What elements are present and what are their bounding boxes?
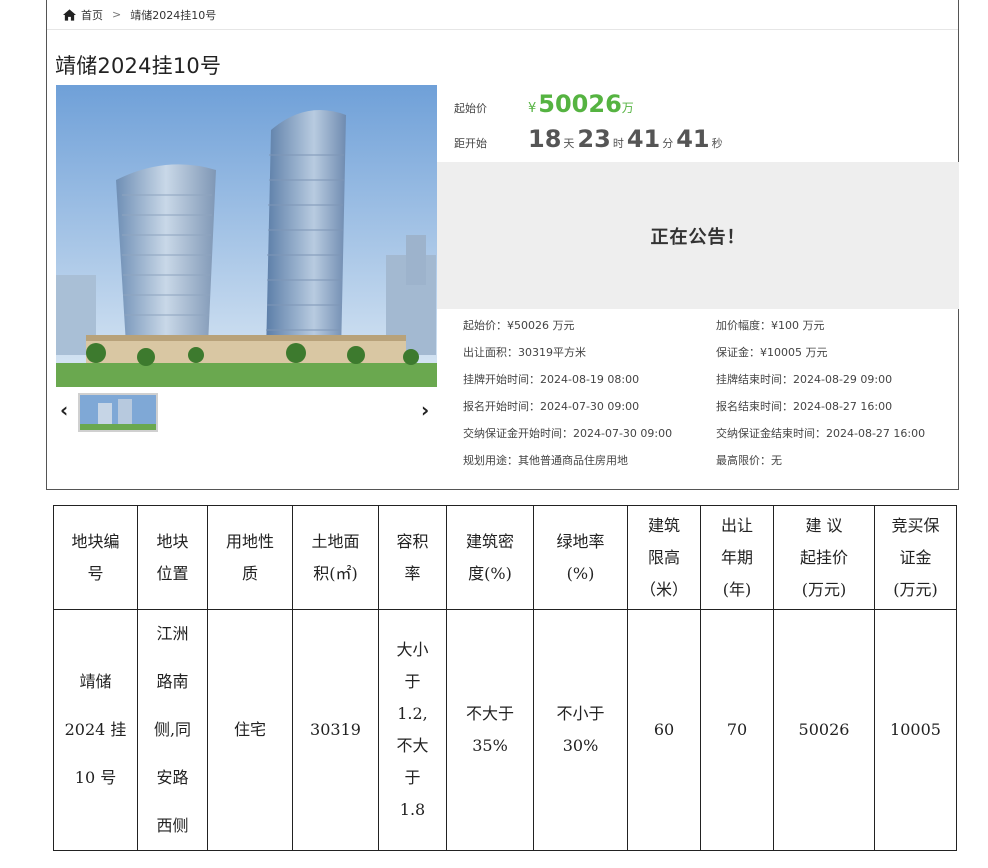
cell-parcel-no: 靖储 2024 挂 10 号 bbox=[53, 609, 138, 851]
countdown-seconds-unit: 秒 bbox=[711, 137, 723, 150]
detail-start-price: 起始价：¥50026 万元 bbox=[463, 319, 575, 332]
breadcrumb-separator: > bbox=[112, 8, 122, 21]
countdown-row: 距开始 18 天 23 时 41 分 41 秒 bbox=[454, 125, 726, 153]
breadcrumb: 首页 > 靖储2024挂10号 bbox=[47, 0, 958, 30]
detail-listing-start: 挂牌开始时间：2024-08-19 08:00 bbox=[463, 373, 640, 386]
header-green-ratio: 绿地率 (%) bbox=[533, 505, 628, 610]
countdown-hours-unit: 时 bbox=[612, 137, 624, 150]
parcel-photo bbox=[56, 85, 437, 387]
start-price-row: 起始价 ¥ 50026 万 bbox=[454, 90, 634, 118]
cell-lease-term: 70 bbox=[700, 609, 774, 851]
countdown-hours: 23 bbox=[577, 125, 611, 153]
currency-symbol: ¥ bbox=[528, 101, 537, 116]
thumbnail-strip: ‹ › bbox=[56, 388, 437, 434]
header-parcel-no: 地块编号 bbox=[53, 505, 138, 610]
chevron-left-icon[interactable]: ‹ bbox=[60, 400, 68, 420]
header-suggested-price: 建 议起挂价 (万元) bbox=[773, 505, 875, 610]
listing-card: 首页 > 靖储2024挂10号 靖储2024挂10号 ‹ › 起始价 ¥ 500… bbox=[46, 0, 959, 490]
status-notice: 正在公告！ bbox=[437, 162, 959, 309]
cell-green-ratio: 不小于 30% bbox=[533, 609, 628, 851]
cell-location: 江洲 路南 侧,同 安路 西侧 bbox=[137, 609, 208, 851]
chevron-right-icon[interactable]: › bbox=[421, 400, 429, 420]
cell-plot-ratio: 大小于 1.2, 不大于 1.8 bbox=[378, 609, 447, 851]
header-height-limit: 建筑 限高 （米） bbox=[627, 505, 701, 610]
cell-land-use: 住宅 bbox=[207, 609, 293, 851]
header-bid-deposit: 竞买保 证金 (万元) bbox=[874, 505, 957, 610]
detail-deposit-end: 交纳保证金结束时间：2024-08-27 16:00 bbox=[716, 427, 926, 440]
countdown-minutes-unit: 分 bbox=[662, 137, 674, 150]
breadcrumb-current: 靖储2024挂10号 bbox=[130, 8, 217, 22]
detail-area: 出让面积：30319平方米 bbox=[463, 346, 586, 359]
detail-usage: 规划用途：其他普通商品住房用地 bbox=[463, 454, 628, 467]
start-price-unit: 万 bbox=[621, 101, 634, 115]
header-building-density: 建筑密 度(%) bbox=[446, 505, 534, 610]
detail-increment: 加价幅度：¥100 万元 bbox=[716, 319, 825, 332]
breadcrumb-home[interactable]: 首页 bbox=[81, 7, 103, 23]
parcel-table: 地块编号 地块 位置 用地性质 土地面 积(㎡) 容积率 建筑密 度(%) 绿地率 (%… bbox=[53, 505, 957, 851]
countdown-days: 18 bbox=[528, 125, 562, 153]
cell-land-area: 30319 bbox=[292, 609, 379, 851]
cell-building-density: 不大于 35% bbox=[446, 609, 534, 851]
table-row: 靖储 2024 挂 10 号 江洲 路南 侧,同 安路 西侧 住宅 30319 大小于 1.2… bbox=[53, 609, 957, 851]
thumbnail-image[interactable] bbox=[78, 393, 158, 432]
cell-suggested-price: 50026 bbox=[773, 609, 875, 851]
detail-signup-end: 报名结束时间：2024-08-27 16:00 bbox=[716, 400, 893, 413]
table-header-row: 地块编号 地块 位置 用地性质 土地面 积(㎡) 容积率 建筑密 度(%) 绿地率 (%… bbox=[53, 505, 957, 610]
start-price-value: 50026 bbox=[538, 90, 622, 118]
home-icon[interactable] bbox=[63, 8, 76, 21]
cell-bid-deposit: 10005 bbox=[874, 609, 957, 851]
countdown-seconds: 41 bbox=[676, 125, 710, 153]
detail-signup-start: 报名开始时间：2024-07-30 09:00 bbox=[463, 400, 640, 413]
cell-height-limit: 60 bbox=[627, 609, 701, 851]
header-land-use: 用地性质 bbox=[207, 505, 293, 610]
countdown-minutes: 41 bbox=[626, 125, 661, 153]
page-title: 靖储2024挂10号 bbox=[55, 54, 222, 78]
detail-max-price: 最高限价：无 bbox=[716, 454, 782, 467]
header-lease-term: 出让 年期 (年) bbox=[700, 505, 774, 610]
header-plot-ratio: 容积率 bbox=[378, 505, 447, 610]
start-price-label: 起始价 bbox=[454, 102, 487, 115]
header-land-area: 土地面 积(㎡) bbox=[292, 505, 379, 610]
countdown-days-unit: 天 bbox=[563, 137, 575, 150]
detail-deposit: 保证金：¥10005 万元 bbox=[716, 346, 828, 359]
header-location: 地块 位置 bbox=[137, 505, 208, 610]
countdown-label: 距开始 bbox=[454, 137, 487, 150]
detail-deposit-start: 交纳保证金开始时间：2024-07-30 09:00 bbox=[463, 427, 673, 440]
detail-listing-end: 挂牌结束时间：2024-08-29 09:00 bbox=[716, 373, 893, 386]
